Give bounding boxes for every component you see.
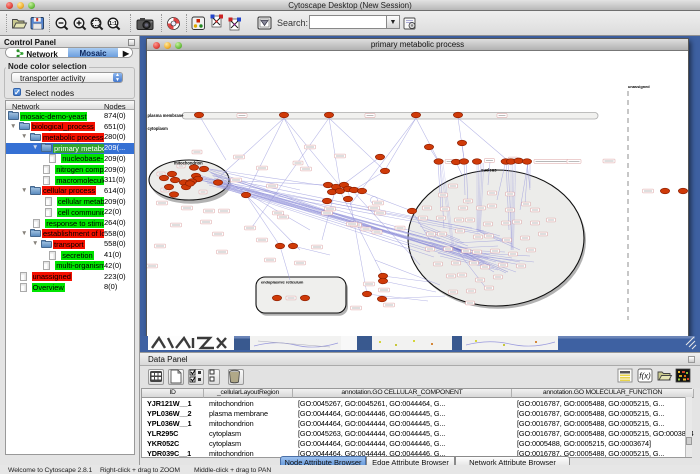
svg-text:f(x): f(x) bbox=[639, 372, 651, 381]
svg-text:mitochondrion: mitochondrion bbox=[174, 161, 203, 166]
svg-text:1:1: 1:1 bbox=[109, 21, 117, 27]
svg-text:cytoplasm: cytoplasm bbox=[148, 126, 169, 131]
svg-text:plasma membrane: plasma membrane bbox=[148, 113, 185, 118]
svg-text:endoplasmic reticulum: endoplasmic reticulum bbox=[261, 280, 304, 285]
svg-text:unassigned: unassigned bbox=[628, 84, 650, 89]
